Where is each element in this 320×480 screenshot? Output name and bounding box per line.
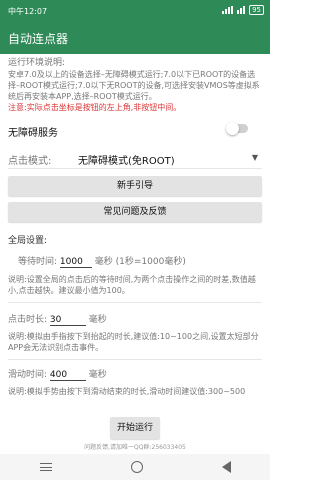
footer-text: 问题反馈,请加唯一QQ群:256033405	[84, 444, 186, 451]
accessibility-toggle[interactable]	[226, 122, 248, 135]
start-button[interactable]: 开始运行	[110, 417, 160, 439]
wait-label: 等待时间:	[18, 257, 58, 267]
accessibility-row: 无障碍服务	[8, 122, 262, 139]
battery-icon: 95	[249, 5, 264, 15]
env-title: 运行环境说明:	[8, 58, 66, 68]
home-icon[interactable]	[130, 461, 143, 473]
wait-unit: 毫秒 (1秒=1000毫秒)	[94, 257, 186, 267]
click-mode-value: 无障碍模式(免ROOT)	[78, 156, 175, 167]
click-mode-row: 点击模式: 无障碍模式(免ROOT) ▼	[8, 152, 262, 167]
env-section: 运行环境说明: 安卓7.0及以上的设备选择–无障碍模式运行;7.0以下已ROOT…	[8, 58, 262, 113]
wait-desc: 说明:设置全局的点击后的等待时间,为两个点击操作之间的时差,数值越小,点击越快。…	[8, 275, 256, 295]
click-duration-row: 点击时长: 30 毫秒	[8, 312, 262, 326]
battery-level: 95	[252, 6, 261, 14]
click-mode-select[interactable]: 无障碍模式(免ROOT) ▼	[78, 152, 262, 167]
app-title: 自动连点器	[8, 32, 69, 46]
env-warning: 注意:实际点击坐标是按钮的左上角,非按钮中间。	[8, 103, 182, 112]
divider	[8, 168, 262, 169]
signal-icon	[222, 6, 234, 14]
menu-icon[interactable]	[39, 463, 52, 471]
click-duration-label: 点击时长:	[8, 315, 48, 325]
status-bar: 中午12:07 95	[0, 0, 270, 22]
env-desc: 安卓7.0及以上的设备选择–无障碍模式运行;7.0以下已ROOT的设备选择–RO…	[8, 70, 260, 101]
guide-button[interactable]: 新手引导	[8, 176, 262, 196]
wifi-icon	[237, 6, 246, 14]
swipe-duration-input[interactable]: 400	[49, 370, 86, 381]
click-duration-unit: 毫秒	[88, 315, 107, 325]
nav-bar	[0, 454, 270, 480]
dropdown-caret-icon: ▼	[251, 153, 258, 162]
swipe-duration-desc: 说明:模拟手势由按下到滑动结束的时长,滑动时间建议值:300~500	[8, 387, 246, 396]
faq-button[interactable]: 常见问题及反馈	[8, 202, 262, 222]
wait-input[interactable]: 1000	[59, 257, 92, 268]
app-bar: 自动连点器	[0, 22, 270, 54]
swipe-duration-row: 滑动时间: 400 毫秒	[8, 367, 262, 381]
accessibility-label: 无障碍服务	[8, 128, 58, 139]
back-icon[interactable]	[221, 461, 231, 473]
wait-row: 等待时间: 1000 毫秒 (1秒=1000毫秒)	[18, 254, 272, 268]
toggle-knob	[226, 122, 239, 135]
swipe-duration-label: 滑动时间:	[8, 370, 48, 380]
global-title: 全局设置:	[8, 236, 48, 246]
divider	[8, 359, 262, 360]
click-mode-label: 点击模式:	[8, 156, 52, 167]
status-time: 中午12:07	[8, 7, 48, 16]
divider	[8, 302, 262, 303]
click-duration-input[interactable]: 30	[49, 315, 86, 326]
click-duration-desc: 说明:模拟由手指按下到抬起的时长,建议值:10~100之间,设置太短部分APP会…	[8, 332, 259, 352]
swipe-duration-unit: 毫秒	[88, 370, 107, 380]
status-icons: 95	[222, 5, 264, 15]
